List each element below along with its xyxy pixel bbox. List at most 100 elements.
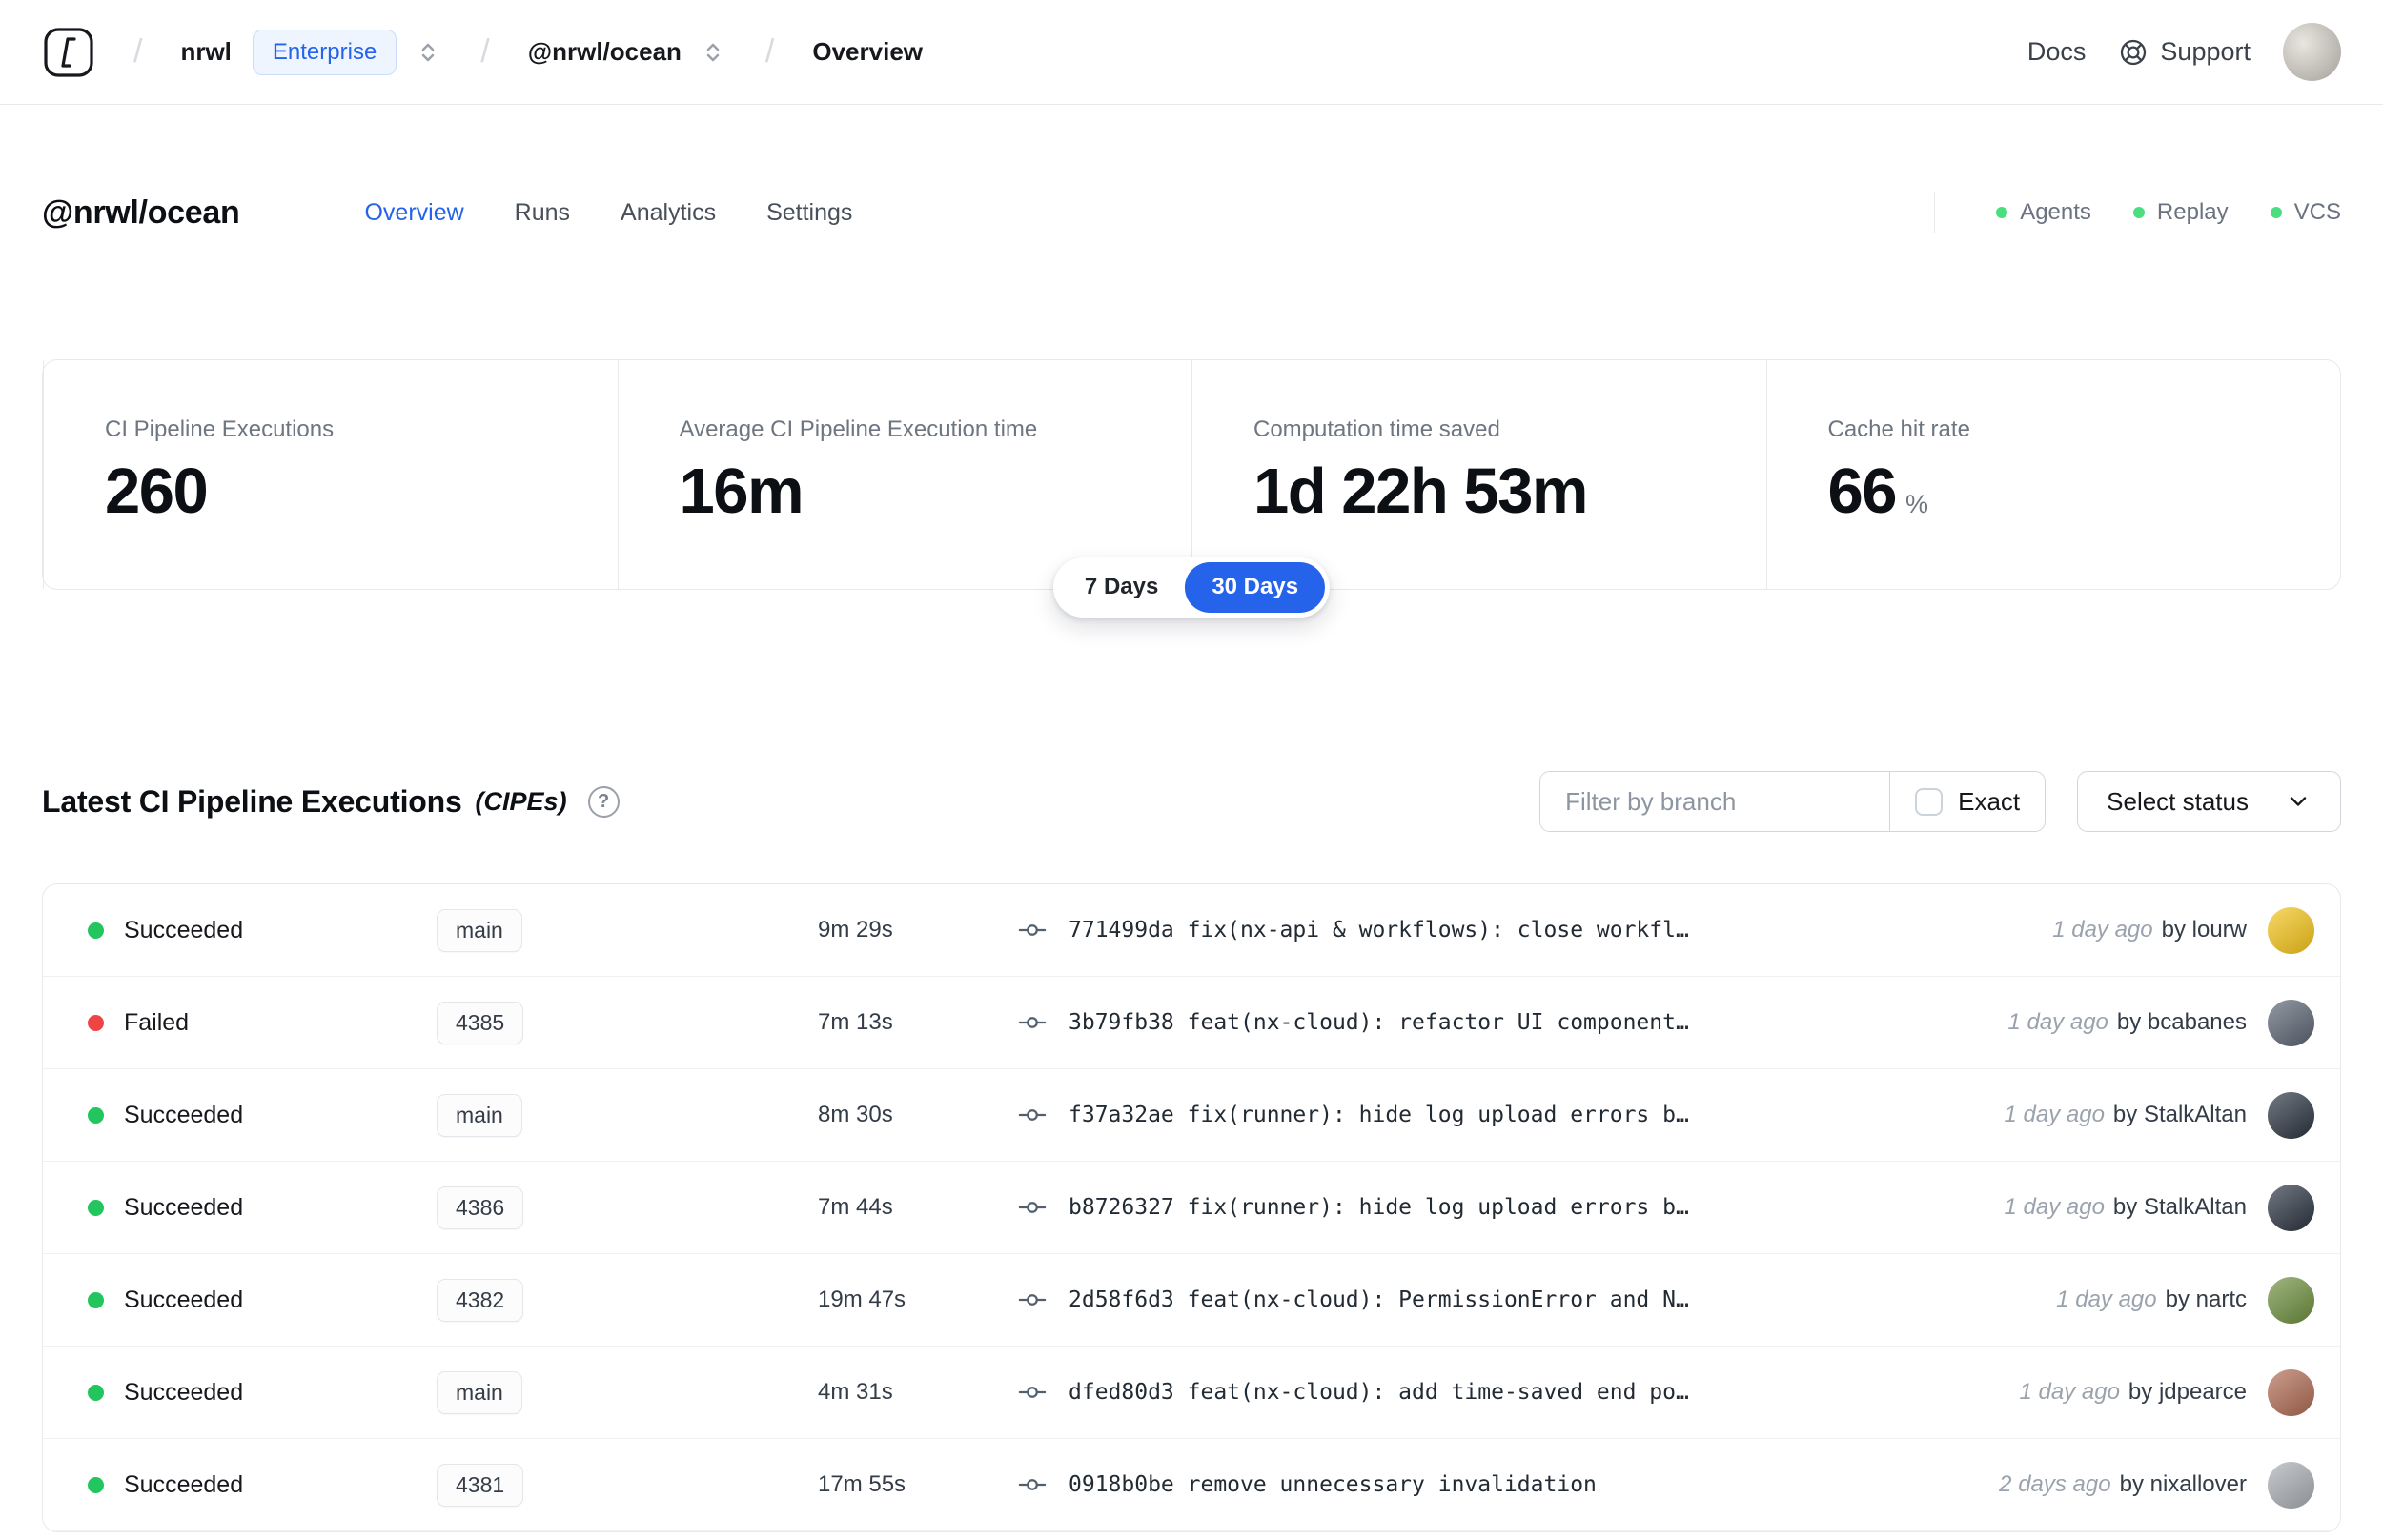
status-label: Succeeded (124, 1193, 244, 1221)
range-button[interactable]: 30 Days (1185, 562, 1326, 613)
stats-cards: CI Pipeline Executions 260 Average CI Pi… (42, 359, 2341, 590)
status-dot (88, 1384, 104, 1401)
row-meta: 1 day ago by StalkAltan (2004, 1091, 2341, 1139)
workspace-switcher-icon[interactable] (699, 38, 727, 67)
commit-message[interactable]: 771499da fix(nx-api & workflows): close … (1069, 918, 2024, 942)
stat-label: Average CI Pipeline Execution time (679, 416, 1038, 442)
git-commit-icon (1018, 1470, 1047, 1499)
commit-message[interactable]: b8726327 fix(runner): hide log upload er… (1069, 1195, 1976, 1220)
table-row[interactable]: Succeeded 4381 17m 55s 0918b0be remove u… (43, 1439, 2340, 1531)
exact-label: Exact (1958, 786, 2021, 816)
nx-cloud-logo[interactable] (42, 26, 95, 79)
tab[interactable]: Analytics (621, 199, 716, 227)
branch-cell: 4381 (437, 1463, 818, 1507)
table-row[interactable]: Succeeded main 9m 29s 771499da fix(nx-ap… (43, 884, 2340, 977)
branch-badge[interactable]: 4386 (437, 1185, 524, 1229)
branch-cell: main (437, 1370, 818, 1414)
range-button[interactable]: 7 Days (1058, 562, 1185, 613)
exact-checkbox[interactable] (1915, 787, 1944, 816)
row-meta: 1 day ago by StalkAltan (2004, 1184, 2341, 1231)
status-indicator-label: Agents (2020, 199, 2091, 225)
relative-time: 1 day ago (2004, 1194, 2105, 1220)
green-dot-icon (2132, 207, 2145, 218)
stat-card: Computation time saved 1d 22h 53m (1192, 360, 1766, 589)
branch-badge[interactable]: 4385 (437, 1001, 524, 1044)
stat-label: Cache hit rate (1827, 416, 1970, 442)
tab[interactable]: Overview (364, 199, 463, 227)
breadcrumb-separator: / (480, 33, 490, 70)
breadcrumb-workspace[interactable]: @nrwl/ocean (528, 37, 682, 67)
top-nav-right: Docs Support (2027, 23, 2341, 81)
support-link[interactable]: Support (2118, 37, 2251, 68)
green-dot-icon (1996, 207, 2008, 218)
duration: 19m 47s (818, 1287, 906, 1312)
help-icon[interactable]: ? (587, 785, 620, 818)
status-indicator[interactable]: VCS (2270, 199, 2341, 226)
stat-value: 1d 22h 53m (1253, 456, 1588, 527)
relative-time: 1 day ago (2019, 1379, 2120, 1405)
commit-message[interactable]: 3b79fb38 feat(nx-cloud): refactor UI com… (1069, 1010, 1979, 1035)
author-avatar[interactable] (2268, 1184, 2314, 1231)
row-meta: 1 day ago by jdpearce (2019, 1368, 2341, 1416)
branch-filter-input[interactable] (1540, 772, 1890, 831)
tab[interactable]: Settings (766, 199, 852, 227)
table-row[interactable]: Succeeded 4382 19m 47s 2d58f6d3 feat(nx-… (43, 1254, 2340, 1347)
status-label: Succeeded (124, 916, 244, 943)
branch-badge[interactable]: main (437, 908, 522, 952)
branch-cell: 4385 (437, 1001, 818, 1044)
enterprise-badge: Enterprise (252, 29, 397, 75)
stats-section: CI Pipeline Executions 260 Average CI Pi… (42, 359, 2341, 618)
cipe-table: Succeeded main 9m 29s 771499da fix(nx-ap… (42, 883, 2341, 1532)
author-avatar[interactable] (2268, 906, 2314, 954)
author: by nixallover (2119, 1471, 2247, 1497)
relative-time: 1 day ago (2004, 1102, 2105, 1127)
author-avatar[interactable] (2268, 999, 2314, 1046)
table-row[interactable]: Succeeded 4386 7m 44s b8726327 fix(runne… (43, 1162, 2340, 1254)
branch-badge[interactable]: 4381 (437, 1463, 524, 1507)
table-row[interactable]: Succeeded main 8m 30s f37a32ae fix(runne… (43, 1069, 2340, 1162)
relative-time: 1 day ago (2007, 1009, 2108, 1035)
branch-filter-group: Exact (1539, 771, 2047, 832)
status-select-button[interactable]: Select status (2077, 771, 2341, 832)
table-row[interactable]: Succeeded main 4m 31s dfed80d3 feat(nx-c… (43, 1347, 2340, 1439)
status-indicators: Agents Replay VCS (1996, 199, 2341, 226)
status-indicator[interactable]: Replay (2132, 199, 2229, 226)
git-commit-icon (1018, 1008, 1047, 1037)
branch-badge[interactable]: main (437, 1370, 522, 1414)
support-label: Support (2160, 37, 2251, 66)
table-row[interactable]: Failed 4385 7m 13s 3b79fb38 feat(nx-clou… (43, 977, 2340, 1069)
row-meta: 1 day ago by nartc (2056, 1276, 2340, 1324)
row-meta: 1 day ago by lourw (2052, 906, 2340, 954)
author-avatar[interactable] (2268, 1091, 2314, 1139)
docs-link[interactable]: Docs (2027, 37, 2087, 67)
branch-cell: main (437, 908, 818, 952)
branch-badge[interactable]: 4382 (437, 1278, 524, 1322)
branch-cell: 4382 (437, 1278, 818, 1322)
commit-message[interactable]: f37a32ae fix(runner): hide log upload er… (1069, 1103, 1976, 1127)
status-indicator-label: VCS (2293, 199, 2341, 225)
status-dot (88, 1106, 104, 1124)
org-switcher-icon[interactable] (414, 38, 442, 67)
git-commit-icon (1018, 1101, 1047, 1129)
user-avatar[interactable] (2283, 23, 2341, 81)
stat-value: 66 (1827, 456, 1898, 527)
commit-message[interactable]: 2d58f6d3 feat(nx-cloud): PermissionError… (1069, 1287, 2027, 1312)
git-commit-icon (1018, 1378, 1047, 1407)
author-avatar[interactable] (2268, 1461, 2314, 1509)
stat-card: Average CI Pipeline Execution time 16m (617, 360, 1192, 589)
commit-message[interactable]: 0918b0be remove unnecessary invalidation (1069, 1472, 1970, 1497)
status-dot (88, 1199, 104, 1216)
branch-cell: 4386 (437, 1185, 818, 1229)
tab[interactable]: Runs (515, 199, 570, 227)
author-avatar[interactable] (2268, 1368, 2314, 1416)
page-title: @nrwl/ocean (42, 193, 240, 231)
status-indicator[interactable]: Agents (1996, 199, 2091, 226)
branch-badge[interactable]: main (437, 1093, 522, 1137)
date-range-toggle: 7 Days 30 Days (1052, 557, 1331, 618)
breadcrumb-separator: / (764, 33, 775, 70)
author: by lourw (2161, 917, 2247, 942)
breadcrumb-org[interactable]: nrwl (180, 37, 231, 67)
commit-message[interactable]: dfed80d3 feat(nx-cloud): add time-saved … (1069, 1380, 1991, 1405)
author-avatar[interactable] (2268, 1276, 2314, 1324)
relative-time: 1 day ago (2052, 917, 2153, 942)
